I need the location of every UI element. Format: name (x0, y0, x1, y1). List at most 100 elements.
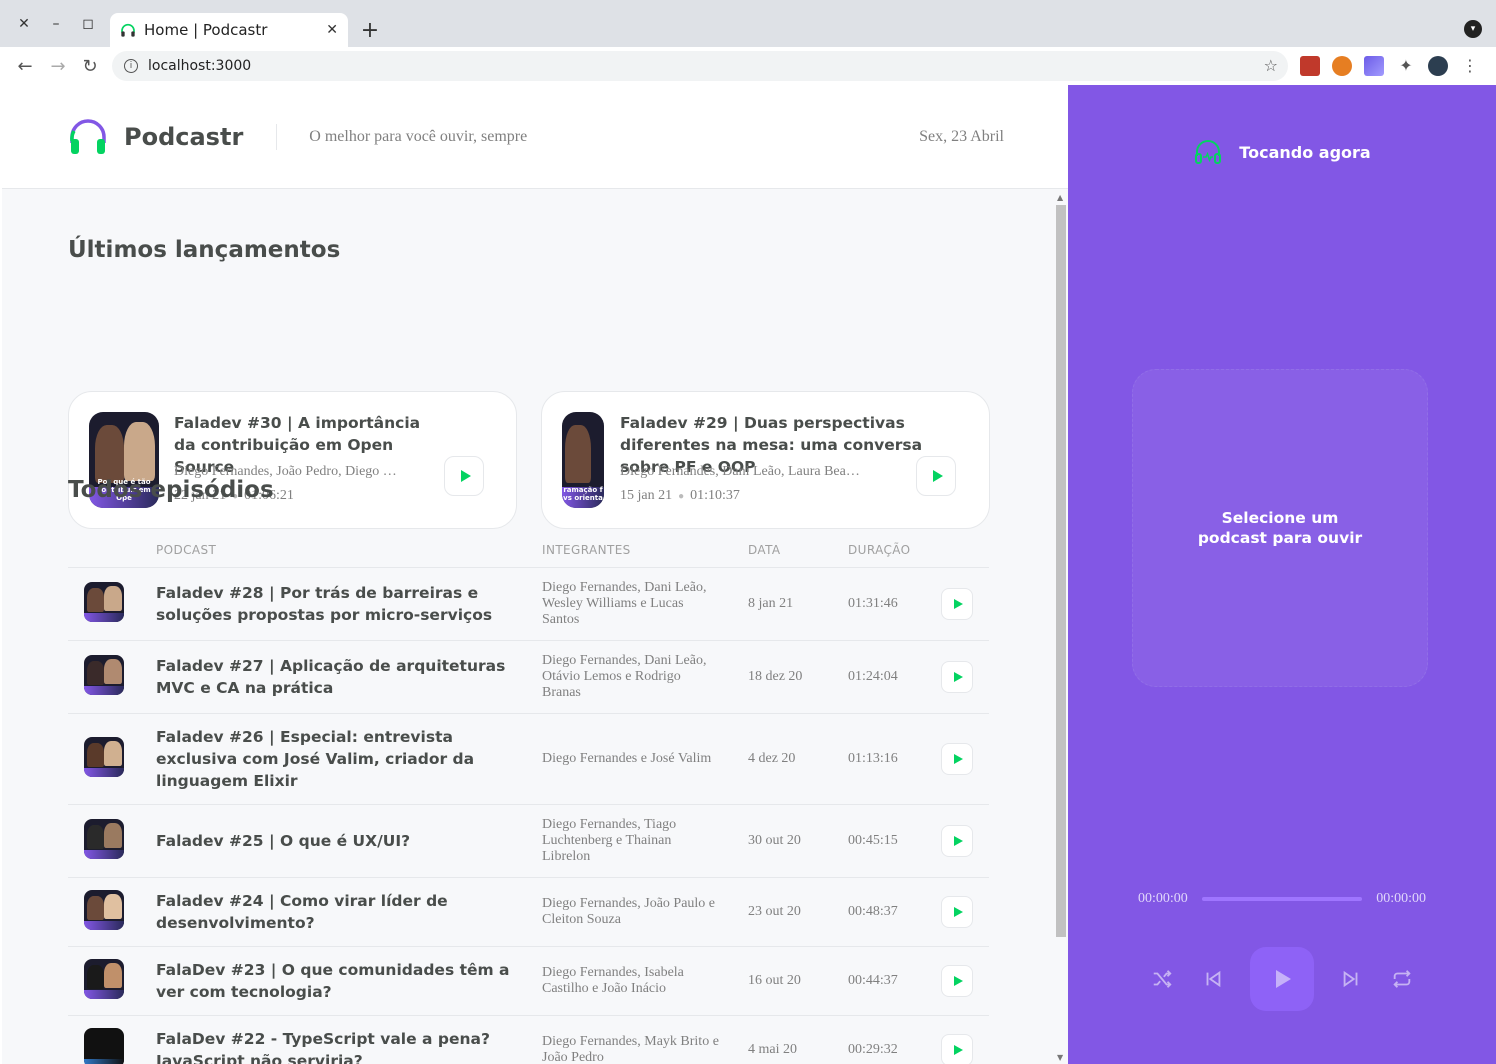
episode-title-link[interactable]: Faladev #26 | Especial: entrevista exclu… (156, 726, 516, 792)
shuffle-button[interactable] (1148, 965, 1176, 993)
episode-title-link[interactable]: Faladev #27 | Aplicação de arquiteturas … (156, 655, 516, 699)
extensions-puzzle-icon[interactable]: ✦ (1396, 56, 1416, 76)
address-bar[interactable]: i localhost:3000 ☆ (112, 51, 1288, 81)
play-episode-button[interactable] (941, 743, 973, 775)
scroll-up-arrow-icon[interactable]: ▲ (1057, 193, 1063, 202)
tab-search-icon[interactable]: ▾ (1464, 20, 1482, 38)
episode-thumbnail[interactable] (84, 655, 124, 695)
main-content: Podcastr O melhor para você ouvir, sempr… (2, 85, 1068, 1064)
next-icon (1343, 970, 1358, 988)
player-controls (1148, 947, 1416, 1011)
play-pause-button[interactable] (1250, 947, 1314, 1011)
episode-thumbnail[interactable] (84, 959, 124, 999)
episode-title-link[interactable]: Faladev #25 | O que é UX/UI? (156, 830, 516, 852)
scrollbar-thumb[interactable] (1056, 205, 1066, 937)
play-episode-button[interactable] (941, 825, 973, 857)
tab-close-icon[interactable]: ✕ (326, 22, 338, 38)
play-icon (954, 1045, 963, 1055)
browser-tab[interactable]: Home | Podcastr ✕ (110, 13, 348, 47)
play-episode-button[interactable] (941, 896, 973, 928)
extension-icon[interactable] (1332, 56, 1352, 76)
headphones-favicon-icon (121, 23, 135, 37)
app: Podcastr O melhor para você ouvir, sempr… (2, 85, 1496, 1064)
play-episode-button[interactable] (941, 1034, 973, 1064)
back-icon[interactable]: ← (12, 53, 38, 79)
minimize-window-icon[interactable]: – (40, 10, 72, 38)
table-row: Faladev #26 | Especial: entrevista exclu… (68, 714, 989, 805)
play-icon (932, 470, 943, 482)
episode-thumbnail[interactable]: ramação f vs orienta (562, 412, 604, 508)
episode-duration: 00:48:37 (848, 904, 898, 919)
episodes-table: PODCAST INTEGRANTES DATA DURAÇÃO Faladev… (68, 527, 989, 1064)
episode-duration: 00:29:32 (848, 1042, 898, 1057)
previous-button[interactable] (1199, 965, 1227, 993)
play-episode-button[interactable] (444, 456, 484, 496)
repeat-button[interactable] (1388, 965, 1416, 993)
episode-thumbnail[interactable] (84, 582, 124, 622)
episode-date: 4 dez 20 (748, 751, 796, 766)
bookmark-star-icon[interactable]: ☆ (1264, 56, 1278, 75)
scrollbar[interactable]: ▲ ▼ (1056, 193, 1066, 1062)
thumbnail-caption: ramação f vs orienta (563, 486, 603, 503)
column-header-members: INTEGRANTES (542, 543, 631, 557)
reload-icon[interactable]: ↻ (77, 53, 103, 79)
episode-title-link[interactable]: FalaDev #23 | O que comunidades têm a ve… (156, 959, 516, 1003)
close-window-icon[interactable]: ✕ (8, 10, 40, 38)
play-icon (954, 976, 963, 986)
empty-player-message: Selecione um podcast para ouvir (1197, 509, 1363, 547)
play-episode-button[interactable] (941, 965, 973, 997)
episode-thumbnail[interactable] (84, 819, 124, 859)
episode-duration: 01:13:16 (848, 751, 898, 766)
play-icon (954, 672, 963, 682)
episode-members: Diego Fernandes, João Paulo e Cleiton So… (542, 896, 716, 927)
now-playing-icon (1195, 140, 1222, 164)
latest-episode-card[interactable]: ramação f vs orienta Faladev #29 | Duas … (541, 391, 990, 529)
extension-icon[interactable] (1300, 56, 1320, 76)
episode-members: Diego Fernandes, Dani Leão, Wesley Willi… (542, 580, 707, 627)
column-header-date: DATA (748, 543, 781, 557)
player-title: Tocando agora (1239, 142, 1371, 162)
episode-date: 18 dez 20 (748, 669, 803, 684)
current-time: 00:00:00 (1138, 891, 1188, 906)
table-row: Faladev #25 | O que é UX/UI? Diego Ferna… (68, 805, 989, 878)
window-controls: ✕ – ◻ (8, 10, 104, 38)
column-header-podcast: PODCAST (156, 543, 217, 557)
player-panel: Tocando agora Selecione um podcast para … (1068, 85, 1496, 1064)
episodes-scroll-area[interactable]: Últimos lançamentos Por que é tão contri… (2, 189, 1068, 1064)
table-header: PODCAST INTEGRANTES DATA DURAÇÃO (68, 527, 989, 568)
episode-title-link[interactable]: FalaDev #22 - TypeScript vale a pena? Ja… (156, 1028, 516, 1064)
scroll-down-arrow-icon[interactable]: ▼ (1057, 1053, 1063, 1062)
next-button[interactable] (1337, 965, 1365, 993)
forward-icon[interactable]: → (45, 53, 71, 79)
site-info-icon[interactable]: i (124, 59, 138, 73)
latest-episode-card[interactable]: Por que é tão contribuir em Ope Faladev … (68, 391, 517, 529)
play-episode-button[interactable] (941, 661, 973, 693)
table-row: Faladev #24 | Como virar líder de desenv… (68, 878, 989, 947)
previous-icon (1206, 970, 1221, 988)
episode-date: 30 out 20 (748, 833, 801, 848)
episode-duration: 01:10:37 (690, 488, 740, 503)
player-header: Tocando agora (1068, 137, 1496, 167)
shuffle-icon (1153, 970, 1172, 988)
browser-chrome: ✕ – ◻ Home | Podcastr ✕ + ▾ ← → ↻ i loca… (0, 0, 1496, 85)
episode-title-link[interactable]: Faladev #24 | Como virar líder de desenv… (156, 890, 516, 934)
play-icon (954, 599, 963, 609)
progress-slider[interactable] (1201, 897, 1363, 901)
play-icon (1276, 970, 1291, 988)
browser-menu-icon[interactable]: ⋮ (1460, 56, 1480, 76)
episode-title-link[interactable]: Faladev #28 | Por trás de barreiras e so… (156, 582, 516, 626)
episode-thumbnail[interactable] (84, 1028, 124, 1064)
play-episode-button[interactable] (941, 588, 973, 620)
episode-members: Diego Fernandes, Dani Leão, Otávio Lemos… (542, 653, 707, 700)
play-episode-button[interactable] (916, 456, 956, 496)
episode-thumbnail[interactable] (84, 890, 124, 930)
maximize-window-icon[interactable]: ◻ (72, 10, 104, 38)
table-row: Faladev #28 | Por trás de barreiras e so… (68, 568, 989, 641)
episode-duration: 00:45:15 (848, 833, 898, 848)
extension-icon[interactable] (1364, 56, 1384, 76)
episode-date: 15 jan 21 (620, 488, 673, 503)
profile-avatar[interactable] (1428, 56, 1448, 76)
play-icon (954, 754, 963, 764)
episode-thumbnail[interactable] (84, 737, 124, 777)
new-tab-icon[interactable]: + (356, 16, 384, 44)
